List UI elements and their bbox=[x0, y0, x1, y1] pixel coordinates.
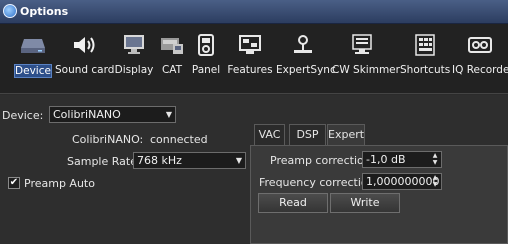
sample-rate-label: Sample Rate: bbox=[67, 155, 141, 168]
device-status-value: connected bbox=[150, 133, 208, 146]
preamp-correction-value: -1,0 dB bbox=[366, 153, 406, 166]
toolbar-label-iq-recorder: IQ Recorder bbox=[452, 64, 508, 76]
toolbar-label-features: Features bbox=[227, 64, 273, 76]
options-toolbar: Device Sound card Display CAT Panel Feat… bbox=[0, 24, 508, 94]
preamp-auto-label: Preamp Auto bbox=[24, 177, 95, 190]
iq-recorder-icon bbox=[467, 34, 493, 56]
shortcuts-icon bbox=[412, 34, 438, 56]
toolbar-label-shortcuts: Shortcuts bbox=[400, 64, 451, 76]
toolbar-item-iq-recorder[interactable]: IQ Recorder bbox=[452, 24, 508, 94]
spin-arrows-icon[interactable]: ▲ ▼ bbox=[431, 174, 439, 188]
chevron-down-icon: ▼ bbox=[235, 156, 242, 165]
device-select[interactable]: ColibriNANO ▼ bbox=[49, 106, 176, 123]
spin-arrows-icon[interactable]: ▲ ▼ bbox=[431, 152, 439, 166]
sample-rate-select[interactable]: 768 kHz ▼ bbox=[133, 152, 246, 169]
expertsync-icon bbox=[290, 34, 316, 56]
frequency-correction-value: 1,000000000 bbox=[366, 175, 440, 188]
toolbar-item-sound-card[interactable]: Sound card bbox=[55, 24, 115, 94]
toolbar-label-display: Display bbox=[114, 64, 154, 76]
features-icon bbox=[237, 34, 263, 56]
toolbar-item-display[interactable]: Display bbox=[114, 24, 154, 94]
cat-icon bbox=[159, 34, 185, 56]
frequency-correction-spinbox[interactable]: 1,000000000 ▲ ▼ bbox=[362, 173, 442, 190]
preamp-auto-checkbox[interactable]: ✔ bbox=[8, 177, 20, 189]
tab-expert[interactable]: Expert bbox=[327, 124, 365, 147]
toolbar-label-expertsync: ExpertSync bbox=[276, 64, 336, 76]
tab-dsp[interactable]: DSP bbox=[289, 124, 326, 146]
title-bar: Options bbox=[0, 0, 508, 24]
toolbar-item-shortcuts[interactable]: Shortcuts bbox=[400, 24, 450, 94]
toolbar-item-cw-skimmer[interactable]: CW Skimmer bbox=[332, 24, 400, 94]
device-label: Device: bbox=[2, 109, 44, 122]
speaker-icon bbox=[71, 34, 97, 56]
toolbar-item-features[interactable]: Features bbox=[225, 24, 275, 94]
tab-vac[interactable]: VAC bbox=[254, 124, 285, 146]
read-button[interactable]: Read bbox=[258, 193, 328, 213]
cw-skimmer-icon bbox=[349, 34, 375, 56]
toolbar-label-device: Device bbox=[14, 64, 52, 78]
device-status-label: ColibriNANO: bbox=[72, 133, 144, 146]
chevron-down-icon: ▼ bbox=[165, 110, 172, 119]
toolbar-item-cat[interactable]: CAT bbox=[157, 24, 187, 94]
device-select-value: ColibriNANO bbox=[53, 108, 121, 121]
preamp-correction-label: Preamp correction: bbox=[270, 154, 375, 167]
toolbar-item-expertsync[interactable]: ExpertSync bbox=[276, 24, 336, 94]
write-button[interactable]: Write bbox=[330, 193, 400, 213]
toolbar-item-panel[interactable]: Panel bbox=[190, 24, 222, 94]
toolbar-label-sound-card: Sound card bbox=[55, 64, 115, 76]
toolbar-item-device[interactable]: Device bbox=[14, 24, 52, 94]
toolbar-label-cw-skimmer: CW Skimmer bbox=[332, 64, 400, 76]
window-title: Options bbox=[20, 5, 69, 18]
toolbar-label-panel: Panel bbox=[191, 64, 221, 76]
app-icon bbox=[3, 4, 17, 18]
toolbar-label-cat: CAT bbox=[161, 64, 183, 76]
preamp-correction-spinbox[interactable]: -1,0 dB ▲ ▼ bbox=[362, 151, 442, 168]
panel-icon bbox=[193, 34, 219, 56]
monitor-icon bbox=[121, 34, 147, 56]
sample-rate-value: 768 kHz bbox=[137, 154, 182, 167]
device-icon bbox=[20, 34, 46, 56]
frequency-correction-label: Frequency correction: bbox=[259, 176, 379, 189]
